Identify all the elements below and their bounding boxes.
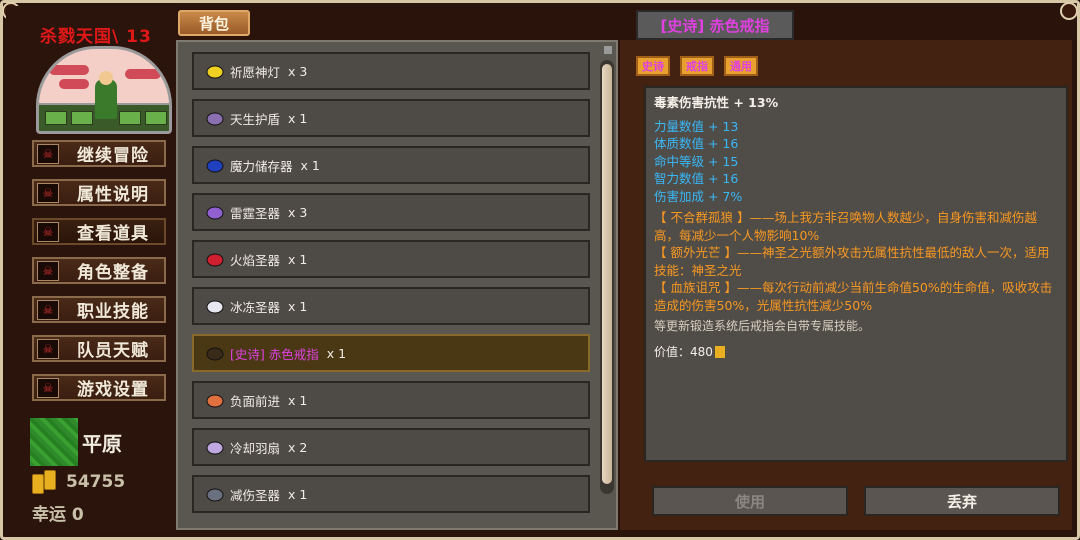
bag-item-qty: x 1 bbox=[288, 392, 308, 408]
bag-item-qty: x 1 bbox=[288, 298, 308, 314]
menu-button-label: 查看道具 bbox=[77, 224, 149, 244]
party-portrait bbox=[36, 46, 172, 134]
bag-item-name: 天生护盾 bbox=[230, 111, 281, 127]
bag-item[interactable]: 减伤圣器 x 1 bbox=[192, 475, 590, 513]
frame-corner-ornament bbox=[1060, 2, 1078, 20]
magic-lamp-icon bbox=[204, 61, 226, 81]
bag-item-name: 冷却羽扇 bbox=[230, 440, 281, 456]
scroll-cap bbox=[604, 46, 612, 54]
item-value-text: 价值：480 bbox=[654, 344, 713, 359]
skull-icon: ☠ bbox=[37, 338, 59, 359]
damage-reduce-relic-icon bbox=[204, 484, 226, 504]
menu-button-2[interactable]: ☠ 属性说明 bbox=[32, 179, 166, 206]
bag-item[interactable]: 负面前进 x 1 bbox=[192, 381, 590, 419]
bag-tab[interactable]: 背包 bbox=[178, 10, 250, 36]
menu-button-label: 职业技能 bbox=[77, 302, 149, 322]
terrain-grass-icon bbox=[30, 418, 78, 466]
item-stat: 命中等级 + 15 bbox=[654, 153, 739, 169]
bag-item[interactable]: 魔力储存器 x 1 bbox=[192, 146, 590, 184]
ice-relic-icon bbox=[204, 296, 226, 316]
item-value: 价值：480 bbox=[654, 344, 1058, 362]
bag-item-qty: x 1 bbox=[326, 345, 347, 361]
bag-item-qty: x 3 bbox=[288, 63, 308, 79]
feather-fan-icon bbox=[204, 437, 226, 457]
menu-button-label: 角色整备 bbox=[77, 263, 149, 283]
bag-item[interactable]: 冰冻圣器 x 1 bbox=[192, 287, 590, 325]
skull-icon: ☠ bbox=[37, 143, 59, 164]
item-title-tab: [史诗] 赤色戒指 bbox=[636, 10, 794, 40]
menu-button-label: 队员天赋 bbox=[77, 341, 149, 361]
gold-amount: 54755 bbox=[66, 472, 126, 492]
item-note: 等更新锻造系统后戒指会自带专属技能。 bbox=[654, 319, 871, 333]
bag-item-qty: x 1 bbox=[288, 251, 308, 267]
skull-icon: ☠ bbox=[37, 299, 59, 320]
item-trait: 【 血族诅咒 】——每次行动前减少当前生命值50%的生命值，吸收攻击造成的伤害5… bbox=[654, 280, 1053, 313]
bag-item[interactable]: [史诗] 赤色戒指 x 1 bbox=[192, 334, 590, 372]
negative-advance-icon bbox=[204, 390, 226, 410]
item-tag: 通用 bbox=[724, 56, 758, 76]
menu-button-3[interactable]: ☠ 查看道具 bbox=[32, 218, 166, 245]
hero-sprite bbox=[95, 79, 117, 119]
bag-item-name: [史诗] 赤色戒指 bbox=[230, 346, 319, 362]
bag-item[interactable]: 冷却羽扇 x 2 bbox=[192, 428, 590, 466]
bag-item-qty: x 3 bbox=[288, 204, 308, 220]
gold-coins-icon bbox=[30, 468, 60, 494]
skull-icon: ☠ bbox=[37, 377, 59, 398]
item-trait: 【 不合群孤狼 】——场上我方非召唤物人数越少，自身伤害和减伤越高，每减少一个人… bbox=[654, 210, 1037, 243]
bag-item-qty: x 1 bbox=[300, 157, 320, 173]
gold-coin-small-icon bbox=[714, 346, 725, 359]
bag-item-name: 魔力储存器 bbox=[230, 158, 293, 174]
bag-item-qty: x 1 bbox=[288, 486, 308, 502]
item-stat: 智力数值 + 16 bbox=[654, 171, 739, 186]
fire-relic-icon bbox=[204, 249, 226, 269]
realm-title: 杀戮天国\ 13 bbox=[40, 27, 152, 47]
item-description-box[interactable]: 毒素伤害抗性 + 13% 力量数值 + 13 体质数值 + 16 命中等级 + 15… bbox=[644, 86, 1068, 462]
luck-stat: 幸运 0 bbox=[32, 505, 84, 525]
item-stat: 伤害加成 + 7% bbox=[654, 188, 743, 204]
bag-panel: 祈愿神灯 x 3 天生护盾 x 1 魔力储存器 x 1 雷霆圣器 x 3 火焰圣器 x 1 冰冻圣器… bbox=[176, 40, 618, 530]
bag-item-name: 雷霆圣器 bbox=[230, 205, 281, 221]
bag-item-name: 减伤圣器 bbox=[230, 487, 281, 503]
bag-item-name: 负面前进 bbox=[230, 393, 281, 409]
bag-item-name: 祈愿神灯 bbox=[230, 64, 281, 80]
drop-button[interactable]: 丢弃 bbox=[864, 486, 1060, 516]
item-title: [史诗] 赤色戒指 bbox=[660, 16, 770, 35]
menu-button-7[interactable]: ☠ 游戏设置 bbox=[32, 374, 166, 401]
mana-flask-icon bbox=[204, 155, 226, 175]
bag-item[interactable]: 祈愿神灯 x 3 bbox=[192, 52, 590, 90]
bag-item[interactable]: 天生护盾 x 1 bbox=[192, 99, 590, 137]
bag-tab-label: 背包 bbox=[198, 14, 229, 33]
menu-button-label: 继续冒险 bbox=[77, 146, 149, 166]
item-tag: 史诗 bbox=[636, 56, 670, 76]
use-button[interactable]: 使用 bbox=[652, 486, 848, 516]
terrain-label: 平原 bbox=[82, 432, 122, 456]
bag-item-qty: x 2 bbox=[288, 439, 308, 455]
skull-icon: ☠ bbox=[37, 260, 59, 281]
item-stat: 力量数值 + 13 bbox=[654, 118, 739, 134]
menu-button-label: 游戏设置 bbox=[77, 380, 149, 400]
menu-button-4[interactable]: ☠ 角色整备 bbox=[32, 257, 166, 284]
menu-button-label: 属性说明 bbox=[77, 185, 149, 205]
item-stat: 体质数值 + 16 bbox=[654, 136, 739, 151]
scroll-thumb[interactable] bbox=[602, 64, 612, 484]
menu-button-6[interactable]: ☠ 队员天赋 bbox=[32, 335, 166, 362]
menu-button-1[interactable]: ☠ 继续冒险 bbox=[32, 140, 166, 167]
ring-icon bbox=[204, 343, 226, 363]
bag-item-name: 火焰圣器 bbox=[230, 252, 281, 268]
main-stat: 毒素伤害抗性 + 13% bbox=[654, 95, 779, 110]
item-tag: 戒指 bbox=[680, 56, 714, 76]
skull-icon: ☠ bbox=[37, 182, 59, 203]
thunder-relic-icon bbox=[204, 202, 226, 222]
bag-item[interactable]: 雷霆圣器 x 3 bbox=[192, 193, 590, 231]
bag-item[interactable]: 火焰圣器 x 1 bbox=[192, 240, 590, 278]
skull-icon: ☠ bbox=[37, 221, 59, 242]
bag-item-qty: x 1 bbox=[288, 110, 308, 126]
shield-orb-icon bbox=[204, 108, 226, 128]
menu-button-5[interactable]: ☠ 职业技能 bbox=[32, 296, 166, 323]
item-trait: 【 额外光芒 】——神圣之光额外攻击光属性抗性最低的敌人一次，适用技能：神圣之光 bbox=[654, 245, 1050, 278]
bag-item-name: 冰冻圣器 bbox=[230, 299, 281, 315]
bag-scrollbar[interactable] bbox=[600, 60, 614, 494]
